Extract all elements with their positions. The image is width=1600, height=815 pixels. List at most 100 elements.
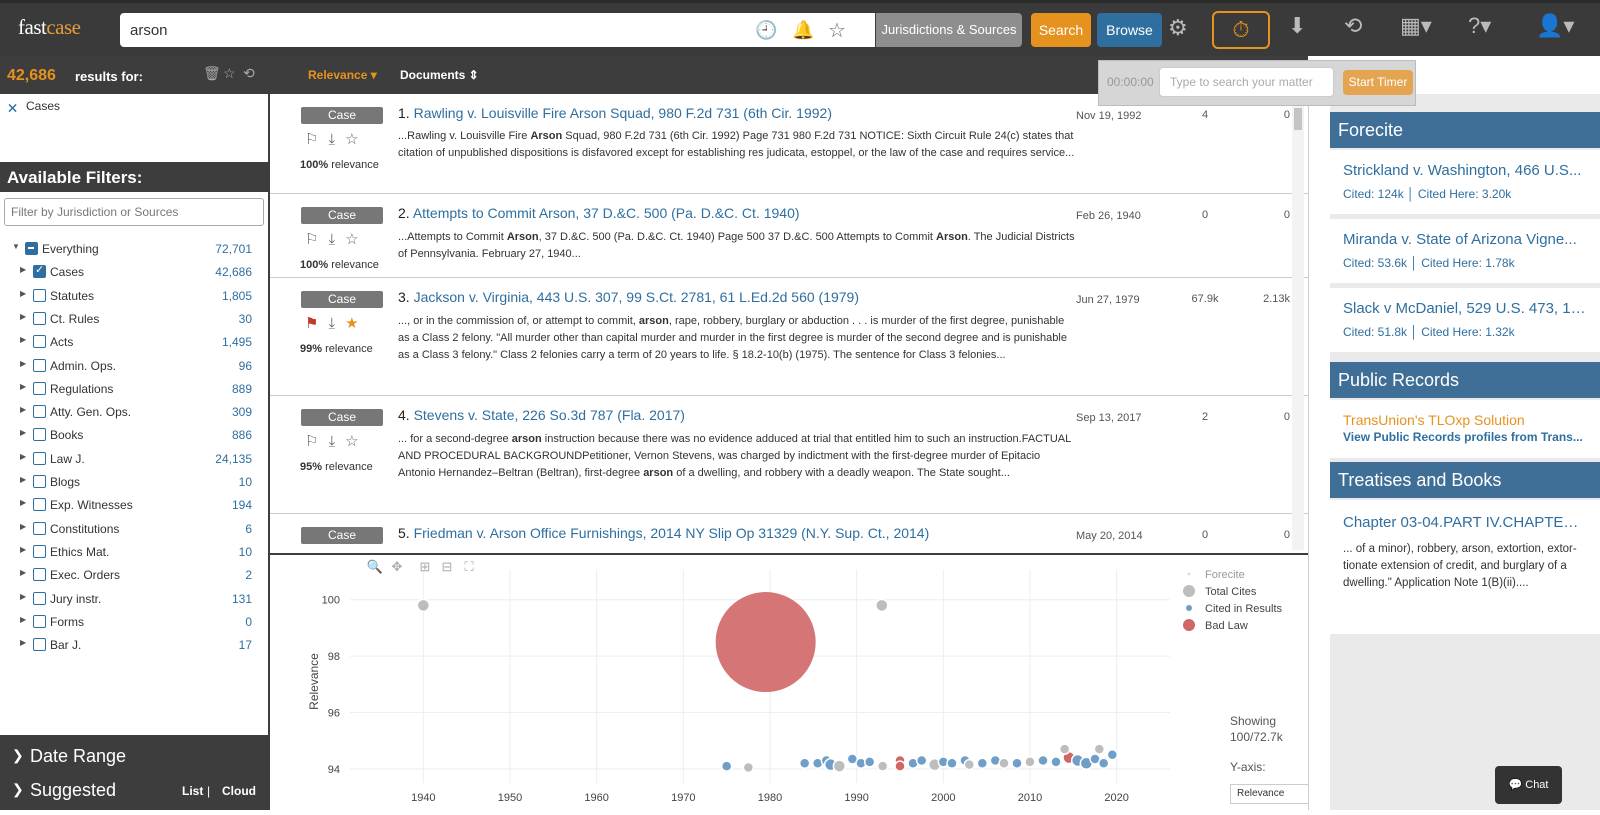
filter-checkbox[interactable]: [33, 263, 46, 279]
filter-checkbox[interactable]: [33, 358, 46, 372]
date-range-section[interactable]: ❯ Date Range: [0, 740, 268, 774]
star-icon[interactable]: ☆: [828, 18, 846, 43]
filter-item[interactable]: ▶ Cases 42,686: [0, 263, 268, 283]
caret-right-icon[interactable]: ▶: [20, 545, 26, 554]
caret-right-icon[interactable]: ▶: [20, 428, 26, 437]
search-button[interactable]: Search: [1031, 13, 1091, 47]
chat-button[interactable]: 💬 Chat: [1495, 766, 1562, 804]
star-icon[interactable]: ☆: [345, 131, 368, 148]
filter-checkbox[interactable]: [25, 242, 38, 255]
result-link[interactable]: Friedman v. Arson Office Furnishings, 20…: [414, 525, 930, 541]
download-icon[interactable]: ⤓: [328, 231, 345, 248]
cloud-view-link[interactable]: Cloud: [222, 784, 256, 798]
flag-icon[interactable]: ⚐: [305, 231, 328, 248]
filter-checkbox[interactable]: [33, 521, 46, 535]
result-link[interactable]: Rawling v. Louisville Fire Arson Squad, …: [414, 105, 832, 121]
start-timer-button[interactable]: Start Timer: [1343, 70, 1413, 95]
filter-item[interactable]: ▶ Constitutions 6: [0, 520, 268, 540]
filter-item[interactable]: ▶ Statutes 1,805: [0, 287, 268, 307]
sort-documents[interactable]: Documents ⇕: [400, 68, 479, 82]
filter-checkbox[interactable]: [33, 591, 46, 605]
fastcase-logo[interactable]: fastcase: [18, 15, 81, 40]
filter-checkbox[interactable]: [33, 405, 46, 419]
star-icon[interactable]: ☆: [223, 65, 236, 82]
filter-item[interactable]: ▶ Regulations 889: [0, 380, 268, 400]
filter-checkbox[interactable]: [33, 381, 46, 395]
timer-button[interactable]: ⏱: [1212, 11, 1270, 49]
download-icon[interactable]: ⤓: [328, 433, 345, 450]
remove-filter-icon[interactable]: 🗙: [8, 98, 17, 119]
download-icon[interactable]: ⤓: [328, 315, 345, 332]
caret-right-icon[interactable]: ▶: [20, 265, 26, 274]
tlo-subtitle[interactable]: View Public Records profiles from Trans.…: [1343, 430, 1600, 444]
filter-item[interactable]: ▶ Admin. Ops. 96: [0, 357, 268, 377]
download-icon[interactable]: ⬇: [1288, 11, 1306, 41]
caret-right-icon[interactable]: ▶: [20, 498, 26, 507]
result-link[interactable]: Stevens v. State, 226 So.3d 787 (Fla. 20…: [414, 407, 685, 423]
star-icon[interactable]: ★: [345, 315, 368, 332]
filter-item[interactable]: ▶ Ct. Rules 30: [0, 310, 268, 330]
filter-item[interactable]: ▶ Ethics Mat. 10: [0, 543, 268, 563]
suggested-section[interactable]: ❯ Suggested List | Cloud: [0, 774, 268, 808]
filter-checkbox[interactable]: [33, 638, 46, 652]
gear-icon[interactable]: ⚙: [1168, 13, 1188, 43]
sort-relevance[interactable]: Relevance ▾: [308, 68, 377, 82]
caret-down-icon[interactable]: ▼: [12, 242, 20, 251]
caret-right-icon[interactable]: ▶: [20, 382, 26, 391]
filter-checkbox[interactable]: [33, 428, 46, 442]
forecite-link[interactable]: Slack v McDaniel, 529 U.S. 473, 12...: [1343, 300, 1588, 317]
caret-right-icon[interactable]: ▶: [20, 522, 26, 531]
results-scrollbar[interactable]: [1292, 94, 1304, 550]
filter-input[interactable]: Filter by Jurisdiction or Sources: [4, 198, 264, 226]
filter-item[interactable]: ▶ Bar J. 17: [0, 636, 268, 656]
star-icon[interactable]: ☆: [345, 231, 368, 248]
relevance-scatter-chart[interactable]: 1940 1950 1960 1970 1980 1990 2000 2010 2020 94 96…: [270, 555, 1327, 812]
filter-item[interactable]: ▶ Blogs 10: [0, 473, 268, 493]
forecite-link[interactable]: Miranda v. State of Arizona Vigne...: [1343, 231, 1588, 248]
filter-checkbox[interactable]: [33, 451, 46, 465]
star-icon[interactable]: ☆: [345, 433, 368, 450]
filter-item[interactable]: ▶ Atty. Gen. Ops. 309: [0, 403, 268, 423]
flag-icon[interactable]: ⚐: [305, 131, 328, 148]
filter-item[interactable]: ▶ Acts 1,495: [0, 333, 268, 353]
caret-right-icon[interactable]: ▶: [20, 405, 26, 414]
caret-right-icon[interactable]: ▶: [20, 312, 26, 321]
result-link[interactable]: Jackson v. Virginia, 443 U.S. 307, 99 S.…: [414, 289, 859, 305]
apps-grid-icon[interactable]: ▦▾: [1400, 11, 1432, 41]
user-icon[interactable]: 👤▾: [1536, 11, 1574, 41]
history-icon[interactable]: ⟲: [1344, 11, 1362, 41]
matter-search-input[interactable]: Type to search your matter: [1159, 67, 1334, 97]
filter-checkbox[interactable]: [33, 544, 46, 558]
scrollbar-thumb[interactable]: [1294, 108, 1302, 130]
filter-checkbox[interactable]: [33, 288, 46, 302]
filter-item[interactable]: ▶ Jury instr. 131: [0, 590, 268, 610]
history-icon[interactable]: 🕘: [755, 20, 777, 41]
filter-item[interactable]: ▶ Exp. Witnesses 194: [0, 496, 268, 516]
search-input[interactable]: [130, 19, 730, 41]
filter-checkbox[interactable]: [33, 568, 46, 582]
filter-item[interactable]: ▶ Forms 0: [0, 613, 268, 633]
list-view-link[interactable]: List: [182, 784, 203, 798]
filter-checkbox[interactable]: [33, 498, 46, 512]
caret-right-icon[interactable]: ▶: [20, 615, 26, 624]
filter-checkbox[interactable]: [33, 335, 46, 349]
filter-item[interactable]: ▶ Law J. 24,135: [0, 450, 268, 470]
trash-icon[interactable]: 🗑: [203, 65, 221, 82]
caret-right-icon[interactable]: ▶: [20, 452, 26, 461]
filter-item[interactable]: ▼ Everything 72,701: [0, 240, 268, 260]
history-icon[interactable]: ⟲: [243, 65, 255, 82]
alert-bell-icon[interactable]: 🔔: [792, 20, 814, 41]
browse-button[interactable]: Browse: [1097, 13, 1162, 47]
panel-divider[interactable]: [1308, 94, 1330, 810]
caret-right-icon[interactable]: ▶: [20, 638, 26, 647]
caret-right-icon[interactable]: ▶: [20, 592, 26, 601]
filter-checkbox[interactable]: [33, 311, 46, 325]
filter-checkbox[interactable]: [33, 475, 46, 488]
forecite-link[interactable]: Strickland v. Washington, 466 U.S...: [1343, 162, 1588, 179]
jurisdictions-sources-button[interactable]: Jurisdictions & Sources: [876, 13, 1022, 47]
treatise-link[interactable]: Chapter 03-04.PART IV.CHAPTER ...: [1343, 514, 1588, 531]
caret-right-icon[interactable]: ▶: [20, 359, 26, 368]
caret-right-icon[interactable]: ▶: [20, 568, 26, 577]
caret-right-icon[interactable]: ▶: [20, 475, 26, 484]
flag-icon[interactable]: ⚐: [305, 433, 328, 450]
